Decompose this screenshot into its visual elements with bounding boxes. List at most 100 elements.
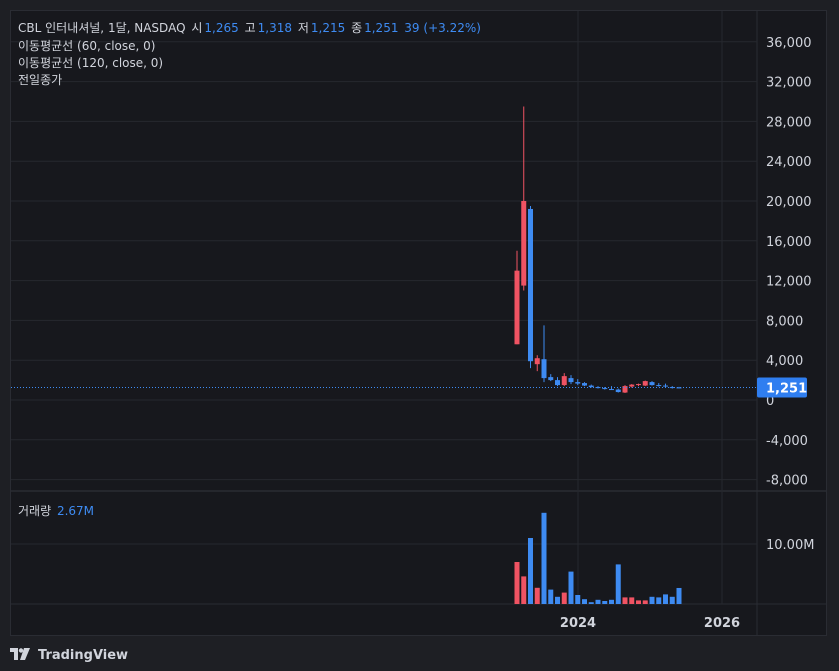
volume-bar[interactable] [588, 602, 594, 604]
candle-body [629, 384, 635, 387]
volume-bar[interactable] [656, 597, 662, 604]
volume-bar[interactable] [548, 589, 554, 604]
candle-body [561, 376, 567, 386]
price-axis: 36,000 32,000 28,000 24,000 20,000 16,000 12,0… [766, 36, 812, 489]
candle[interactable] [663, 383, 668, 388]
volume-bar[interactable] [642, 600, 648, 604]
indicator-ma60[interactable]: 이동평균선 (60, close, 0) [18, 37, 155, 54]
close-value: 1,251 [364, 21, 399, 35]
price-tick-label: 20,000 [766, 195, 812, 210]
volume-bar[interactable] [669, 596, 675, 604]
volume-bar[interactable] [649, 596, 655, 604]
volume-bar[interactable] [528, 538, 533, 604]
candle[interactable] [656, 383, 662, 387]
volume-bar[interactable] [663, 594, 668, 604]
candle[interactable] [582, 382, 587, 387]
time-tick-label: 2026 [704, 616, 740, 631]
volume-bar[interactable] [561, 592, 567, 604]
candle-body [521, 201, 527, 286]
price-tick-label: 12,000 [766, 275, 812, 290]
volume-bar[interactable] [609, 599, 614, 604]
price-tick-label: -4,000 [766, 434, 808, 449]
volume-bar[interactable] [615, 564, 621, 604]
volume-bar[interactable] [568, 571, 574, 604]
open-label: 시 [191, 21, 203, 35]
candlestick-chart[interactable]: 36,000 32,000 28,000 24,000 20,000 16,000 12,0… [0, 0, 839, 671]
symbol-info: CBL 인터내셔널, 1달, NASDAQ [18, 21, 186, 35]
candle-body [514, 270, 520, 345]
volume-legend[interactable]: 거래량 2.67M [18, 502, 96, 519]
volume-bar[interactable] [636, 600, 641, 604]
volume-bar[interactable] [622, 597, 628, 604]
volume-tick-label: 10.00M [766, 538, 814, 553]
high-value: 1,318 [257, 21, 292, 35]
volume-bar[interactable] [595, 599, 601, 604]
candle[interactable] [568, 375, 574, 385]
volume-bar[interactable] [575, 595, 581, 604]
close-label: 종 [351, 21, 363, 35]
candle[interactable] [555, 377, 560, 387]
tradingview-footer[interactable]: TradingView [10, 644, 128, 666]
price-tick-label: -8,000 [766, 474, 808, 489]
candle-body [609, 389, 614, 391]
candle-body [615, 389, 621, 393]
price-tick-label: 24,000 [766, 155, 812, 170]
candle[interactable] [649, 381, 655, 386]
candle-body [555, 380, 560, 386]
candle[interactable] [528, 205, 533, 369]
volume-bar[interactable] [555, 596, 560, 604]
candle[interactable] [521, 106, 527, 291]
time-axis: 2024 2026 [560, 616, 740, 631]
price-tick-label: 16,000 [766, 235, 812, 250]
indicator-prev-close[interactable]: 전일종가 [18, 71, 62, 88]
candle[interactable] [642, 380, 648, 387]
volume-bar[interactable] [629, 597, 635, 604]
candle[interactable] [629, 384, 635, 388]
candle-body [541, 359, 547, 379]
candle[interactable] [615, 388, 621, 393]
indicator-ma120[interactable]: 이동평균선 (120, close, 0) [18, 54, 163, 71]
candle[interactable] [609, 386, 614, 391]
volume-bar[interactable] [582, 599, 587, 604]
last-price-tag: 1,251 [757, 377, 807, 398]
candle-body [575, 382, 581, 384]
last-price-tag-text: 1,251 [766, 382, 807, 397]
candle[interactable] [622, 385, 628, 394]
volume-bars [514, 512, 682, 604]
candle[interactable] [575, 379, 581, 386]
volume-value: 2.67M [56, 504, 95, 518]
candles [514, 106, 682, 394]
candle-body [588, 385, 594, 388]
candle-body [548, 377, 554, 381]
tradingview-logo-icon [10, 648, 30, 660]
candle-body [622, 386, 628, 393]
candle[interactable] [548, 374, 554, 382]
time-tick-label: 2024 [560, 616, 596, 631]
volume-label: 거래량 [18, 504, 52, 518]
candle[interactable] [636, 383, 641, 387]
candle-body [656, 385, 662, 387]
price-tick-label: 8,000 [766, 314, 803, 329]
candle[interactable] [514, 250, 520, 345]
candle[interactable] [561, 373, 567, 387]
price-tick-label: 4,000 [766, 354, 803, 369]
volume-bar[interactable] [602, 601, 608, 604]
low-value: 1,215 [310, 21, 346, 35]
volume-bar[interactable] [521, 576, 527, 604]
candle-body [602, 388, 608, 390]
candle-body [663, 385, 668, 387]
volume-bar[interactable] [541, 512, 547, 604]
candle[interactable] [541, 325, 547, 383]
low-label: 저 [297, 21, 309, 35]
candle[interactable] [534, 355, 540, 372]
candle-body [534, 358, 540, 365]
volume-axis: 10.00M [766, 538, 814, 553]
volume-bar[interactable] [534, 587, 540, 604]
high-label: 고 [244, 21, 256, 35]
candle-body [642, 381, 648, 386]
volume-bar[interactable] [676, 587, 682, 604]
volume-bar[interactable] [514, 562, 520, 604]
open-value: 1,265 [204, 21, 239, 35]
tradingview-brand: TradingView [38, 647, 129, 663]
price-tick-label: 36,000 [766, 36, 812, 51]
